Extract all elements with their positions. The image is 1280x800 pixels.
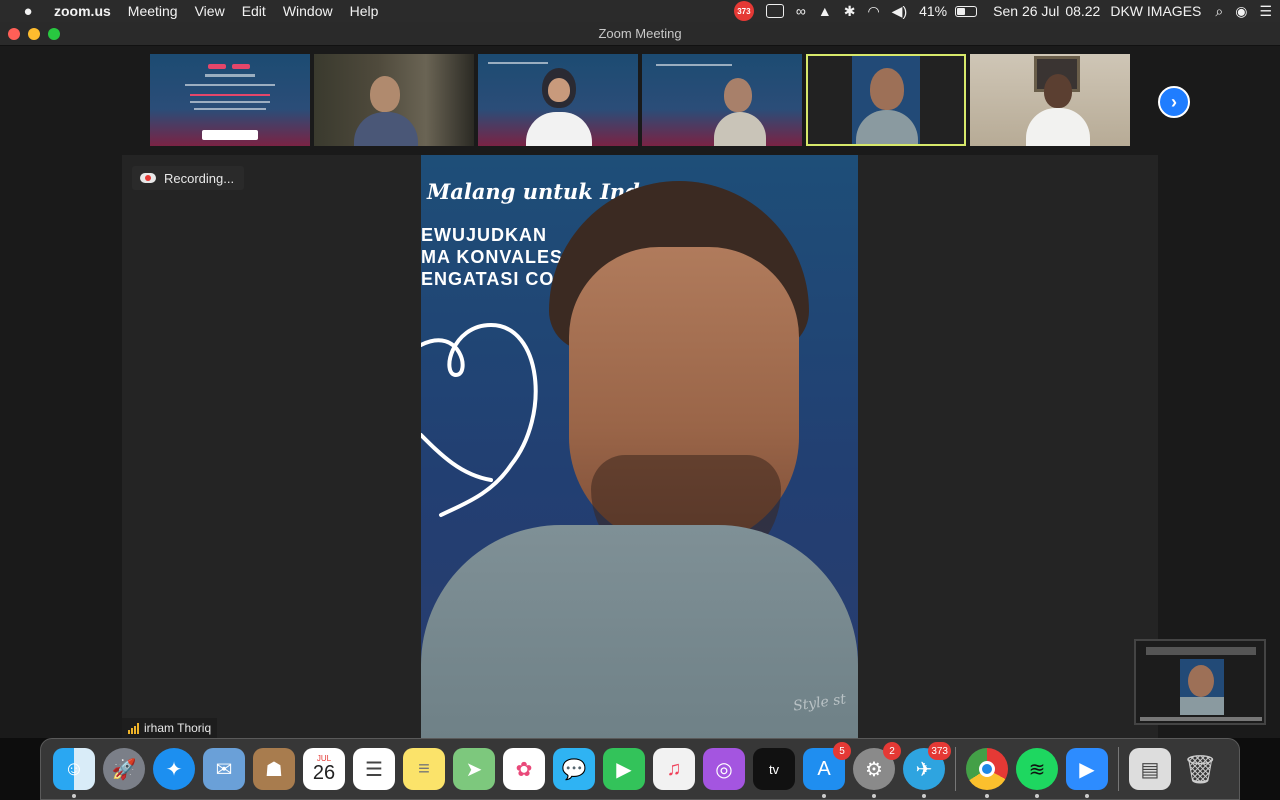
notification-status-icon[interactable]: 373: [733, 1, 754, 21]
app-store-badge: 5: [833, 742, 851, 760]
menu-help[interactable]: Help: [350, 3, 379, 19]
zoom-status-icon[interactable]: [765, 4, 784, 18]
trash-icon[interactable]: 🗑: [1179, 748, 1221, 790]
heart-decoration: [421, 322, 538, 517]
calendar-icon[interactable]: JUL 26: [303, 748, 345, 790]
maps-icon[interactable]: ➤: [453, 748, 495, 790]
dock: ☺ 🚀 ✦ ✉ ☗ JUL 26 ☰ ≡ ➤ ✿ 💬 ▶ ♫ ◎ tv A5 ⚙…: [40, 738, 1240, 800]
spotify-icon[interactable]: ≋: [1016, 748, 1058, 798]
zoom-icon[interactable]: ▶: [1066, 748, 1108, 798]
chevron-right-icon: ›: [1171, 91, 1177, 112]
contacts-icon[interactable]: ☗: [253, 748, 295, 790]
menu-app-name[interactable]: zoom.us: [54, 3, 111, 19]
reminders-icon[interactable]: ☰: [353, 748, 395, 790]
launchpad-icon[interactable]: 🚀: [103, 748, 145, 790]
menu-edit[interactable]: Edit: [242, 3, 266, 19]
main-speaker-video[interactable]: Malang untuk Indo EWUJUDKAN MA KONVALES …: [421, 155, 858, 738]
notification-count-badge: 373: [733, 1, 754, 21]
apple-tv-icon[interactable]: tv: [753, 748, 795, 790]
menu-window[interactable]: Window: [283, 3, 333, 19]
menu-time[interactable]: 08.22: [1065, 3, 1100, 19]
notes-icon[interactable]: ≡: [403, 748, 445, 790]
battery-percent[interactable]: 41%: [919, 3, 947, 19]
volume-icon[interactable]: ◀): [892, 3, 907, 20]
system-preferences-badge: 2: [883, 742, 901, 760]
podcasts-icon[interactable]: ◎: [703, 748, 745, 790]
screen-preview-thumbnail[interactable]: [1134, 639, 1266, 725]
photos-icon[interactable]: ✿: [503, 748, 545, 790]
participant-tile-6[interactable]: [970, 54, 1130, 146]
downloads-stack-icon[interactable]: ▤: [1129, 748, 1171, 790]
next-page-button[interactable]: ›: [1158, 86, 1190, 118]
recording-indicator[interactable]: Recording...: [132, 166, 245, 190]
cloud-recording-icon: [140, 173, 156, 183]
chrome-icon[interactable]: [966, 748, 1008, 798]
speaker-name-tag: irham Thoriq: [122, 718, 218, 738]
upload-status-icon[interactable]: ▲: [818, 3, 832, 19]
menu-bar: ● zoom.us Meeting View Edit Window Help …: [0, 0, 1280, 22]
participant-tile-1[interactable]: [150, 54, 310, 146]
spotlight-search-icon[interactable]: ⌕: [1215, 3, 1223, 20]
safari-icon[interactable]: ✦: [153, 748, 195, 790]
battery-icon[interactable]: [951, 5, 978, 17]
zoom-meeting-window: Zoom Meeting › Recording... Malang untuk…: [0, 22, 1280, 738]
menu-date[interactable]: Sen 26 Jul: [993, 3, 1059, 19]
messages-icon[interactable]: 💬: [553, 748, 595, 790]
creative-cloud-icon[interactable]: ∞: [796, 3, 806, 19]
slide-text-line-3: MA KONVALES: [421, 247, 564, 267]
calendar-day: 26: [312, 762, 336, 784]
dock-separator-2: [1118, 747, 1119, 791]
slide-text-line-4: ENGATASI CO: [421, 269, 555, 289]
participant-tile-3[interactable]: [478, 54, 638, 146]
window-titlebar[interactable]: Zoom Meeting: [0, 22, 1280, 46]
apple-icon[interactable]: ●: [18, 3, 38, 20]
recording-label: Recording...: [164, 170, 235, 186]
telegram-icon[interactable]: ✈ 373: [903, 742, 951, 798]
menu-extras: 373 ∞ ▲ ✱ ◠ ◀) 41% Sen 26 Jul 08.22 DKW …: [722, 0, 1272, 22]
participant-tile-2[interactable]: [314, 54, 474, 146]
tv-label: tv: [768, 761, 780, 777]
finder-icon[interactable]: ☺: [53, 748, 95, 798]
bluetooth-icon[interactable]: ✱: [844, 3, 856, 20]
participant-tile-4[interactable]: [642, 54, 802, 146]
participant-tile-active-speaker[interactable]: [806, 54, 966, 146]
control-center-icon[interactable]: ☰: [1259, 3, 1272, 20]
system-preferences-icon[interactable]: ⚙ 2: [853, 742, 901, 798]
main-speaker-stage: Recording... Malang untuk Indo EWUJUDKAN…: [122, 155, 1158, 738]
wifi-icon[interactable]: ◠: [867, 3, 879, 20]
facetime-icon[interactable]: ▶: [603, 748, 645, 790]
connection-strength-icon: [128, 722, 139, 734]
telegram-badge: 373: [928, 742, 951, 760]
speaker-name: irham Thoriq: [144, 721, 212, 735]
dock-separator: [955, 747, 956, 791]
music-icon[interactable]: ♫: [653, 748, 695, 790]
mail-icon[interactable]: ✉: [203, 748, 245, 790]
participant-gallery-strip: [150, 54, 1130, 146]
slide-text-line-2: EWUJUDKAN: [421, 225, 547, 245]
menu-meeting[interactable]: Meeting: [128, 3, 178, 19]
window-title: Zoom Meeting: [598, 26, 682, 41]
menu-view[interactable]: View: [195, 3, 225, 19]
app-store-icon[interactable]: A5: [803, 742, 851, 798]
menu-user-label[interactable]: DKW IMAGES: [1110, 3, 1201, 19]
siri-icon[interactable]: ◉: [1235, 3, 1247, 20]
